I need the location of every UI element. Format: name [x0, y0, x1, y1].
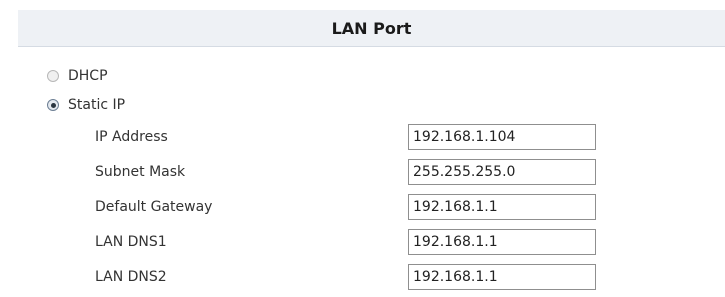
static-ip-option[interactable]: Static IP	[47, 94, 125, 116]
default-gateway-input[interactable]	[408, 194, 596, 220]
static-ip-radio[interactable]	[47, 99, 59, 111]
default-gateway-label: Default Gateway	[95, 199, 213, 215]
dhcp-label: DHCP	[68, 68, 108, 84]
ip-address-label: IP Address	[95, 129, 168, 145]
lan-port-panel: LAN Port DHCP Static IP IP Address Subne…	[0, 0, 725, 297]
subnet-mask-input[interactable]	[408, 159, 596, 185]
static-ip-label: Static IP	[68, 97, 126, 113]
lan-dns1-row: LAN DNS1	[95, 229, 695, 255]
lan-dns1-label: LAN DNS1	[95, 234, 167, 250]
lan-dns2-row: LAN DNS2	[95, 264, 695, 290]
subnet-mask-row: Subnet Mask	[95, 159, 695, 185]
section-title: LAN Port	[331, 18, 412, 38]
ip-address-input[interactable]	[408, 124, 596, 150]
default-gateway-row: Default Gateway	[95, 194, 695, 220]
dhcp-option[interactable]: DHCP	[47, 65, 108, 87]
radio-selected-dot	[50, 102, 56, 108]
lan-dns2-input[interactable]	[408, 264, 596, 290]
dhcp-radio[interactable]	[47, 70, 59, 82]
lan-dns1-input[interactable]	[408, 229, 596, 255]
ip-address-row: IP Address	[95, 124, 695, 150]
section-header: LAN Port	[18, 10, 725, 47]
subnet-mask-label: Subnet Mask	[95, 164, 186, 180]
lan-dns2-label: LAN DNS2	[95, 269, 167, 285]
